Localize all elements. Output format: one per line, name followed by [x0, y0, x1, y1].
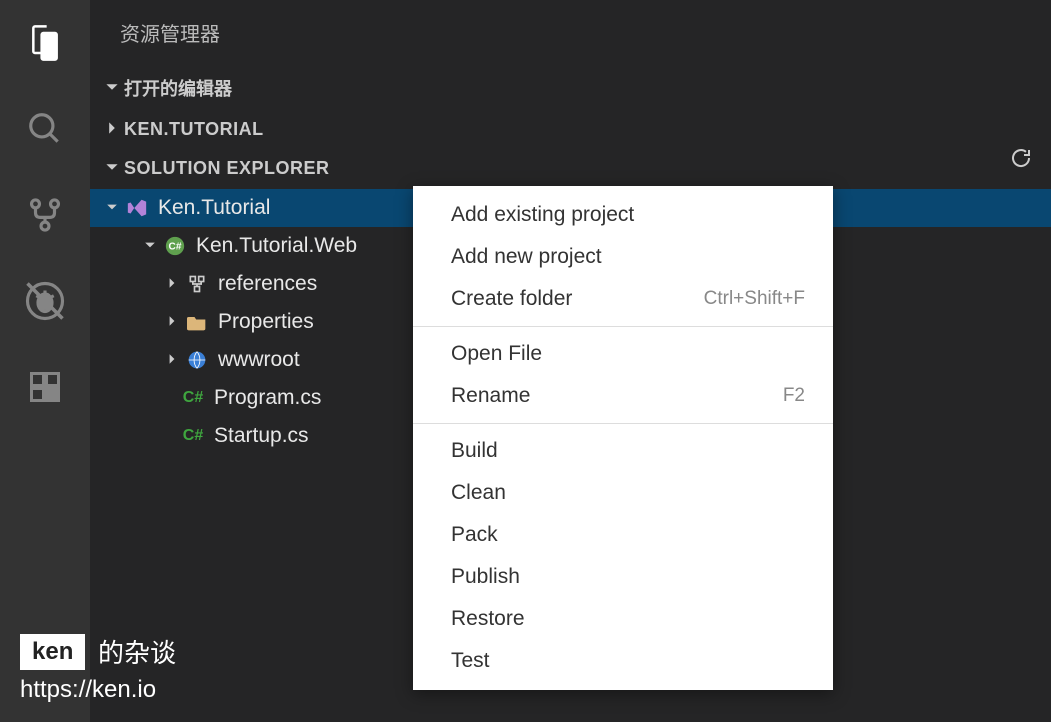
explorer-icon[interactable]	[17, 15, 73, 71]
menu-publish[interactable]: Publish	[413, 556, 833, 598]
menu-pack[interactable]: Pack	[413, 514, 833, 556]
menu-add-new-project[interactable]: Add new project	[413, 236, 833, 278]
section-label: 打开的编辑器	[124, 75, 232, 101]
menu-label: Test	[451, 649, 490, 673]
menu-build[interactable]: Build	[413, 430, 833, 472]
menu-label: Clean	[451, 481, 506, 505]
menu-clean[interactable]: Clean	[413, 472, 833, 514]
csharp-file-icon: C#	[180, 427, 206, 445]
chevron-right-icon	[160, 276, 184, 292]
tree-label: wwwroot	[218, 348, 300, 372]
context-menu: Add existing project Add new project Cre…	[413, 186, 833, 690]
watermark-badge: ken	[20, 634, 85, 670]
visual-studio-icon	[124, 197, 150, 219]
section-open-editors[interactable]: 打开的编辑器	[90, 69, 1051, 107]
tree-label: Properties	[218, 310, 314, 334]
menu-label: Open File	[451, 342, 542, 366]
refresh-icon[interactable]	[1009, 146, 1033, 175]
extensions-icon[interactable]	[17, 359, 73, 415]
section-label: SOLUTION EXPLORER	[124, 158, 330, 179]
menu-test[interactable]: Test	[413, 640, 833, 682]
references-icon	[184, 274, 210, 294]
search-icon[interactable]	[17, 101, 73, 157]
tree-label: references	[218, 272, 317, 296]
tree-label: Ken.Tutorial	[158, 196, 270, 220]
svg-text:C#: C#	[169, 242, 182, 253]
menu-separator	[413, 326, 833, 327]
menu-label: Rename	[451, 384, 530, 408]
menu-label: Publish	[451, 565, 520, 589]
tree-label: Ken.Tutorial.Web	[196, 234, 357, 258]
menu-label: Add new project	[451, 245, 602, 269]
folder-icon	[184, 313, 210, 331]
menu-restore[interactable]: Restore	[413, 598, 833, 640]
menu-create-folder[interactable]: Create folder Ctrl+Shift+F	[413, 278, 833, 320]
section-label: KEN.TUTORIAL	[124, 119, 264, 140]
csharp-file-icon: C#	[180, 389, 206, 407]
debug-icon[interactable]	[17, 273, 73, 329]
csharp-project-icon: C#	[162, 235, 188, 257]
section-solution-explorer[interactable]: SOLUTION EXPLORER	[90, 152, 1051, 185]
menu-label: Add existing project	[451, 203, 634, 227]
chevron-down-icon	[100, 200, 124, 216]
source-control-icon[interactable]	[17, 187, 73, 243]
menu-shortcut: F2	[783, 385, 805, 407]
section-ken-tutorial[interactable]: KEN.TUTORIAL	[90, 113, 1051, 146]
menu-label: Create folder	[451, 287, 572, 311]
menu-label: Restore	[451, 607, 525, 631]
watermark-text: 的杂谈	[98, 633, 176, 670]
menu-shortcut: Ctrl+Shift+F	[704, 288, 805, 310]
chevron-down-icon	[138, 238, 162, 254]
chevron-down-icon	[100, 78, 124, 99]
menu-rename[interactable]: Rename F2	[413, 375, 833, 417]
menu-label: Pack	[451, 523, 498, 547]
menu-open-file[interactable]: Open File	[413, 333, 833, 375]
wwwroot-icon	[184, 350, 210, 370]
chevron-right-icon	[100, 119, 124, 140]
chevron-right-icon	[160, 352, 184, 368]
chevron-down-icon	[100, 158, 124, 179]
menu-add-existing-project[interactable]: Add existing project	[413, 194, 833, 236]
activity-bar	[0, 0, 90, 722]
chevron-right-icon	[160, 314, 184, 330]
watermark-url: https://ken.io	[20, 676, 156, 704]
panel-title: 资源管理器	[90, 0, 1051, 69]
tree-label: Startup.cs	[214, 424, 309, 448]
tree-label: Program.cs	[214, 386, 321, 410]
menu-label: Build	[451, 439, 498, 463]
menu-separator	[413, 423, 833, 424]
